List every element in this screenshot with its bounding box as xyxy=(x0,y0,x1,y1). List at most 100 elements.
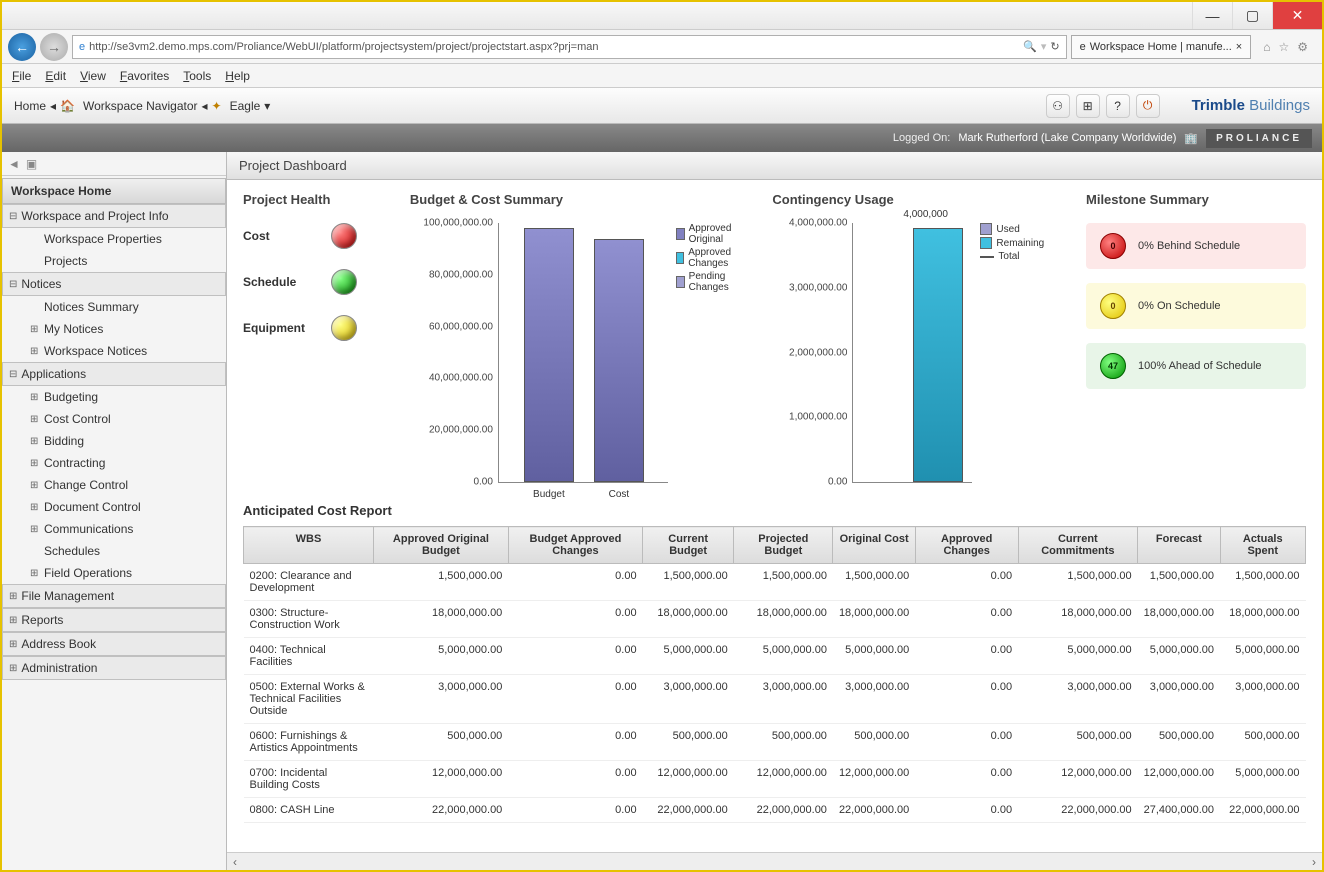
acr-title: Anticipated Cost Report xyxy=(243,503,1306,518)
expand-icon[interactable]: ▣ xyxy=(26,157,37,171)
menu-favorites[interactable]: Favorites xyxy=(120,69,169,83)
contingency-title: Contingency Usage xyxy=(772,192,1056,207)
orb-yellow-icon xyxy=(331,315,357,341)
col-approved-original-budget[interactable]: Approved Original Budget xyxy=(374,527,509,564)
url-text: http://se3vm2.demo.mps.com/Proliance/Web… xyxy=(89,41,598,53)
horizontal-scrollbar[interactable]: ‹ › xyxy=(227,852,1322,870)
sidebar-item-bidding[interactable]: ⊞Bidding xyxy=(2,430,226,452)
toolbar-btn-2[interactable]: ⊞ xyxy=(1076,94,1100,118)
table-row[interactable]: 0500: External Works & Technical Facilit… xyxy=(244,675,1306,724)
budget-bar xyxy=(524,228,574,482)
sidebar-item-workspace-notices[interactable]: ⊞Workspace Notices xyxy=(2,340,226,362)
col-approved-changes[interactable]: Approved Changes xyxy=(915,527,1018,564)
breadcrumb-home[interactable]: Home◂🏠 xyxy=(14,99,75,113)
scroll-right-icon[interactable]: › xyxy=(1312,855,1316,869)
home-icon[interactable]: ⌂ xyxy=(1263,40,1270,54)
brand-logo: Trimble Buildings xyxy=(1192,97,1310,114)
app-window: — ▢ ✕ ← → e http://se3vm2.demo.mps.com/P… xyxy=(0,0,1324,872)
proliance-logo-icon: 🏢 xyxy=(1184,132,1198,145)
menu-help[interactable]: Help xyxy=(225,69,250,83)
cost-bar xyxy=(594,239,644,482)
settings-icon[interactable]: ⚙ xyxy=(1297,40,1308,54)
sidebar-section-administration[interactable]: ⊞Administration xyxy=(2,656,226,680)
milestone-orb-icon: 0 xyxy=(1100,233,1126,259)
content-area: Project Dashboard Project Health CostSch… xyxy=(227,152,1322,870)
contingency-top-label: 4,000,000 xyxy=(903,209,948,220)
sidebar-item-communications[interactable]: ⊞Communications xyxy=(2,518,226,540)
menu-edit[interactable]: Edit xyxy=(45,69,66,83)
menu-tools[interactable]: Tools xyxy=(183,69,211,83)
sidebar-item-projects[interactable]: Projects xyxy=(2,250,226,272)
favorites-icon[interactable]: ☆ xyxy=(1278,40,1289,54)
sidebar-item-my-notices[interactable]: ⊞My Notices xyxy=(2,318,226,340)
table-row[interactable]: 0400: Technical Facilities5,000,000.000.… xyxy=(244,638,1306,675)
col-actuals-spent[interactable]: Actuals Spent xyxy=(1220,527,1306,564)
col-projected-budget[interactable]: Projected Budget xyxy=(734,527,833,564)
sidebar-item-cost-control[interactable]: ⊞Cost Control xyxy=(2,408,226,430)
orb-green-icon xyxy=(331,269,357,295)
table-row[interactable]: 0700: Incidental Building Costs12,000,00… xyxy=(244,761,1306,798)
sidebar-item-schedules[interactable]: Schedules xyxy=(2,540,226,562)
table-row[interactable]: 0200: Clearance and Development1,500,000… xyxy=(244,564,1306,601)
milestone-onsch: 00% On Schedule xyxy=(1086,283,1306,329)
status-bar: Logged On: Mark Rutherford (Lake Company… xyxy=(2,124,1322,152)
power-button[interactable]: ⏻ xyxy=(1136,94,1160,118)
minimize-button[interactable]: — xyxy=(1192,2,1232,29)
dashboard-title: Project Dashboard xyxy=(227,152,1322,180)
close-tab-icon[interactable]: × xyxy=(1236,41,1242,53)
sidebar-item-field-operations[interactable]: ⊞Field Operations xyxy=(2,562,226,584)
project-health-panel: Project Health CostScheduleEquipment xyxy=(243,192,380,483)
sidebar-section-workspace-and-project-info[interactable]: ⊟Workspace and Project Info xyxy=(2,204,226,228)
close-button[interactable]: ✕ xyxy=(1272,2,1322,29)
current-user: Mark Rutherford (Lake Company Worldwide) xyxy=(958,132,1176,144)
project-selector[interactable]: Eagle▾ xyxy=(230,99,271,113)
sidebar-tools: ◄ ▣ xyxy=(2,152,226,176)
col-current-budget[interactable]: Current Budget xyxy=(643,527,734,564)
contingency-legend: Used Remaining Total xyxy=(980,223,1044,483)
sidebar-item-notices-summary[interactable]: Notices Summary xyxy=(2,296,226,318)
col-forecast[interactable]: Forecast xyxy=(1138,527,1220,564)
table-row[interactable]: 0800: CASH Line22,000,000.000.0022,000,0… xyxy=(244,798,1306,823)
sidebar-item-document-control[interactable]: ⊞Document Control xyxy=(2,496,226,518)
col-wbs[interactable]: WBS xyxy=(244,527,374,564)
scroll-left-icon[interactable]: ‹ xyxy=(233,855,237,869)
help-button[interactable]: ? xyxy=(1106,94,1130,118)
menu-file[interactable]: File xyxy=(12,69,31,83)
back-button[interactable]: ← xyxy=(8,33,36,61)
titlebar: — ▢ ✕ xyxy=(2,2,1322,30)
sidebar-section-notices[interactable]: ⊟Notices xyxy=(2,272,226,296)
col-budget-approved-changes[interactable]: Budget Approved Changes xyxy=(508,527,642,564)
sidebar-section-address-book[interactable]: ⊞Address Book xyxy=(2,632,226,656)
proliance-badge: PROLIANCE xyxy=(1206,129,1312,148)
browser-menubar: File Edit View Favorites Tools Help xyxy=(2,64,1322,88)
forward-button[interactable]: → xyxy=(40,33,68,61)
sidebar-section-reports[interactable]: ⊞Reports xyxy=(2,608,226,632)
milestone-orb-icon: 47 xyxy=(1100,353,1126,379)
toolbar-btn-1[interactable]: ⚇ xyxy=(1046,94,1070,118)
col-original-cost[interactable]: Original Cost xyxy=(833,527,915,564)
milestone-behind: 00% Behind Schedule xyxy=(1086,223,1306,269)
sidebar-item-change-control[interactable]: ⊞Change Control xyxy=(2,474,226,496)
browser-tab[interactable]: e Workspace Home | manufe... × xyxy=(1071,35,1252,59)
table-row[interactable]: 0300: Structure-Construction Work18,000,… xyxy=(244,601,1306,638)
sidebar-item-budgeting[interactable]: ⊞Budgeting xyxy=(2,386,226,408)
sidebar-section-applications[interactable]: ⊟Applications xyxy=(2,362,226,386)
sidebar-section-file-management[interactable]: ⊞File Management xyxy=(2,584,226,608)
sidebar-item-contracting[interactable]: ⊞Contracting xyxy=(2,452,226,474)
address-bar[interactable]: e http://se3vm2.demo.mps.com/Proliance/W… xyxy=(72,35,1067,59)
browser-navbar: ← → e http://se3vm2.demo.mps.com/Prolian… xyxy=(2,30,1322,64)
collapse-icon[interactable]: ◄ xyxy=(8,157,20,171)
search-icon[interactable]: 🔍 xyxy=(1023,40,1037,53)
col-current-commitments[interactable]: Current Commitments xyxy=(1018,527,1138,564)
sidebar-item-workspace-properties[interactable]: Workspace Properties xyxy=(2,228,226,250)
milestone-ahead: 47100% Ahead of Schedule xyxy=(1086,343,1306,389)
app-toolbar: Home◂🏠 Workspace Navigator◂✦ Eagle▾ ⚇ ⊞ … xyxy=(2,88,1322,124)
health-equipment: Equipment xyxy=(243,315,380,341)
maximize-button[interactable]: ▢ xyxy=(1232,2,1272,29)
table-row[interactable]: 0600: Furnishings & Artistics Appointmen… xyxy=(244,724,1306,761)
refresh-icon[interactable]: ↻ xyxy=(1050,40,1059,53)
menu-view[interactable]: View xyxy=(80,69,106,83)
home-icon: 🏠 xyxy=(60,99,75,113)
workspace-navigator[interactable]: Workspace Navigator◂✦ xyxy=(83,99,222,113)
sidebar-home[interactable]: Workspace Home xyxy=(2,178,226,204)
